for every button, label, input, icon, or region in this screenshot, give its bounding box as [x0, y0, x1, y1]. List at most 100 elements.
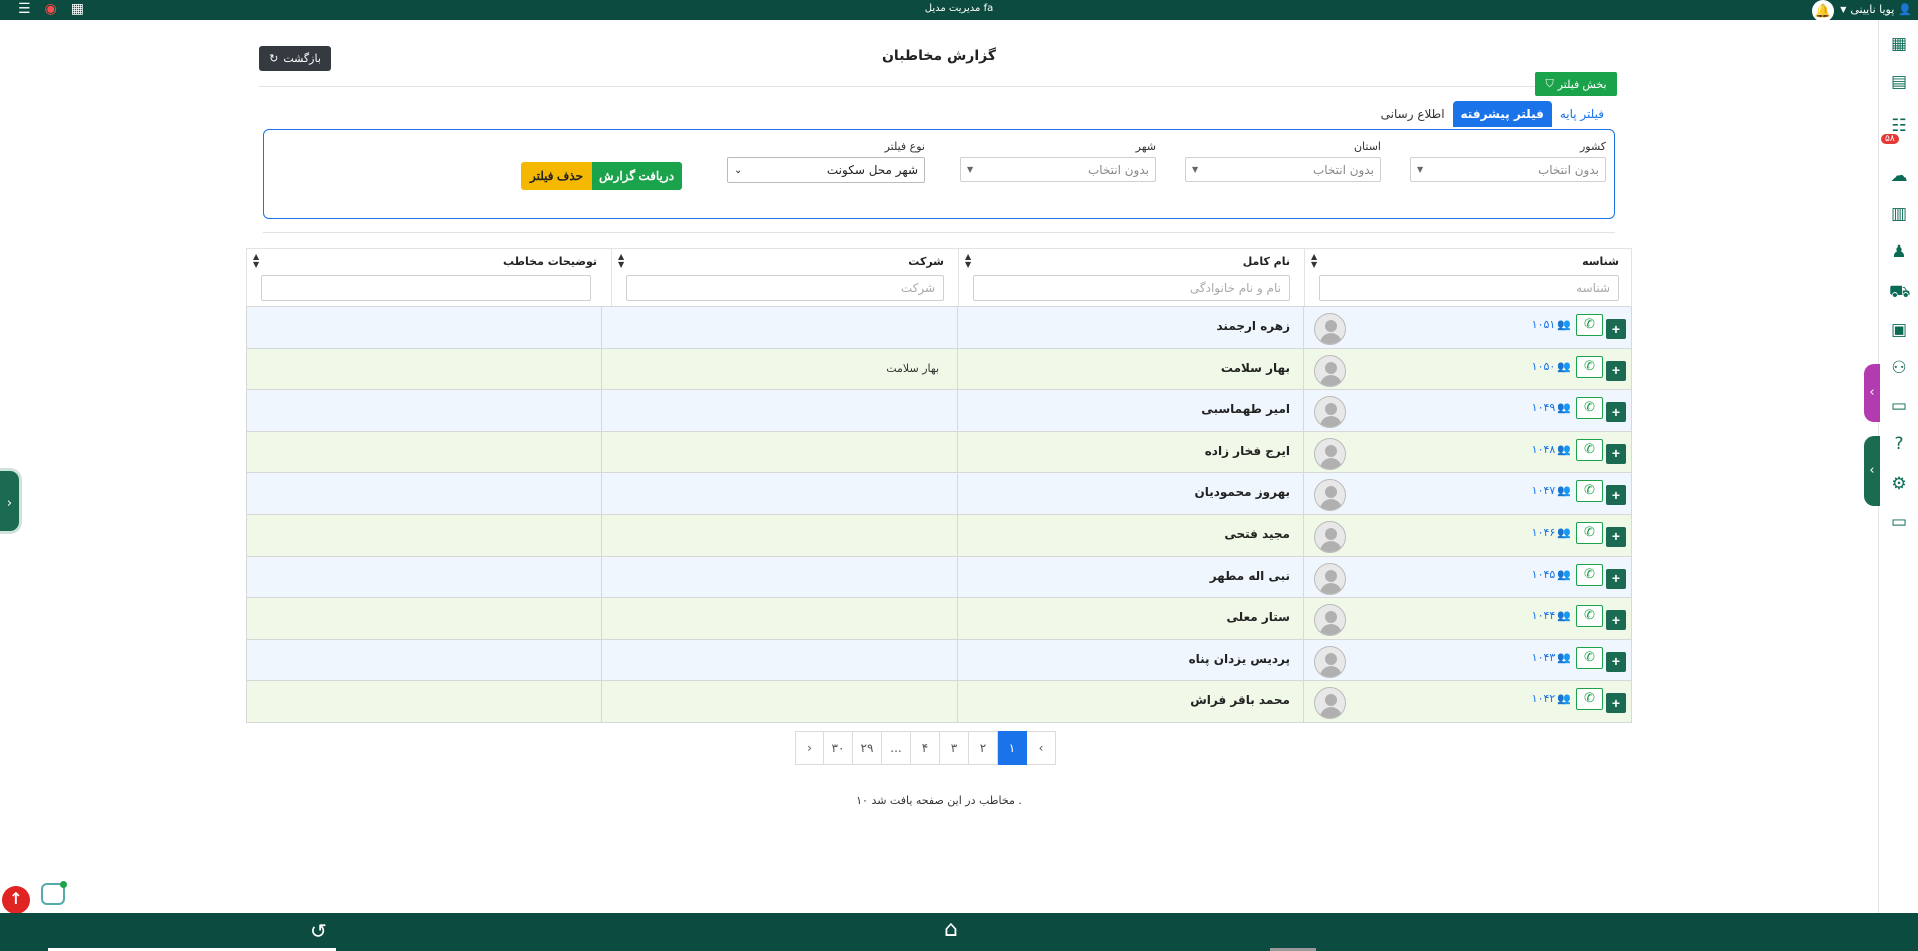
id-search-input[interactable]: شناسه — [1319, 275, 1619, 301]
contacts-book-icon[interactable]: ▤ — [1889, 72, 1909, 92]
add-button[interactable]: + — [1606, 319, 1626, 339]
page-prev[interactable]: ‹ — [1027, 731, 1056, 765]
tab-basic-filter[interactable]: فیلتر پایه — [1552, 101, 1612, 127]
contact-name[interactable]: بهار سلامت — [1221, 361, 1290, 375]
delete-filter-button[interactable]: حذف فیلتر — [521, 162, 592, 190]
table-row[interactable]: + ✆ 👥 ۱۰۴۷ بهروز محمودیان — [246, 473, 1632, 515]
whatsapp-icon[interactable]: ✆ — [1576, 438, 1603, 461]
page-next[interactable]: › — [795, 731, 824, 765]
green-drawer-toggle[interactable]: ‹ — [1864, 436, 1880, 506]
undo-icon[interactable]: ↺ — [310, 919, 327, 943]
contact-name[interactable]: ایرج فخار زاده — [1205, 444, 1290, 458]
contact-id[interactable]: 👥 ۱۰۴۴ — [1532, 609, 1571, 622]
add-button[interactable]: + — [1606, 402, 1626, 423]
add-button[interactable]: + — [1606, 526, 1626, 547]
whatsapp-icon[interactable]: ✆ — [1576, 397, 1603, 420]
filter-section-button[interactable]: ⛉ بخش فیلتر — [1535, 72, 1617, 96]
help-icon[interactable]: ? — [1889, 434, 1909, 454]
id-card-icon[interactable]: ▭ — [1889, 396, 1909, 416]
table-row[interactable]: + ✆ 👥 ۱۰۵۱ زهره ارجمند — [246, 307, 1632, 349]
table-row[interactable]: + ✆ 👥 ۱۰۴۹ امیر طهماسبی — [246, 390, 1632, 432]
table-row[interactable]: + ✆ 👥 ۱۰۴۳ پردیس یزدان پناه — [246, 639, 1632, 682]
cloud-upload-icon[interactable]: ☁ — [1889, 166, 1909, 186]
company-search-input[interactable]: شرکت — [626, 275, 944, 301]
add-button[interactable]: + — [1606, 568, 1626, 589]
bell-icon[interactable]: 🔔 — [1812, 0, 1834, 22]
add-button[interactable]: + — [1606, 693, 1626, 714]
add-button[interactable]: + — [1606, 651, 1626, 672]
menu-list-icon[interactable]: ☰ — [18, 1, 31, 17]
building-icon[interactable]: ▥ — [1889, 204, 1909, 224]
name-search-input[interactable]: نام و نام خانوادگی — [973, 275, 1290, 301]
table-row[interactable]: + ✆ 👥 ۱۰۴۸ ایرج فخار زاده — [246, 431, 1632, 474]
sort-icon[interactable]: ▲ ▼ — [618, 253, 624, 269]
add-button[interactable]: + — [1606, 610, 1626, 631]
back-button[interactable]: ↻ بازگشت — [259, 46, 331, 71]
whatsapp-icon[interactable]: ✆ — [1576, 605, 1603, 628]
contact-id[interactable]: 👥 ۱۰۵۰ — [1532, 360, 1571, 373]
chat-icon[interactable] — [41, 881, 67, 905]
table-row[interactable]: + ✆ 👥 ۱۰۴۴ ستار معلی — [246, 598, 1632, 640]
tab-notification[interactable]: اطلاع رسانی — [1373, 101, 1453, 127]
whatsapp-icon[interactable]: ✆ — [1576, 480, 1603, 503]
whatsapp-icon[interactable]: ✆ — [1576, 646, 1603, 669]
province-select[interactable]: بدون انتخاب ▼ — [1185, 157, 1381, 182]
gear-icon[interactable]: ⚙ — [1889, 474, 1909, 494]
calendar-icon[interactable]: ▦ — [71, 1, 84, 17]
purple-drawer-toggle[interactable]: ‹ — [1864, 364, 1880, 422]
country-select[interactable]: بدون انتخاب ▼ — [1410, 157, 1606, 182]
whatsapp-icon[interactable]: ✆ — [1576, 688, 1603, 711]
cart-icon[interactable]: ⛟ — [1889, 282, 1910, 302]
contact-id[interactable]: 👥 ۱۰۴۷ — [1532, 484, 1571, 497]
table-row[interactable]: + ✆ 👥 ۱۰۵۰ بهار سلامت بهار سلامت — [246, 348, 1632, 391]
whatsapp-icon[interactable]: ✆ — [1576, 521, 1603, 544]
sort-icon[interactable]: ▲ ▼ — [965, 253, 971, 269]
tab-advanced-filter[interactable]: فیلتر پیشرفته — [1452, 101, 1552, 127]
contact-name[interactable]: زهره ارجمند — [1217, 319, 1291, 333]
home-icon[interactable]: ⌂ — [944, 917, 958, 942]
add-button[interactable]: + — [1606, 485, 1626, 506]
sort-icon[interactable]: ▲ ▼ — [1311, 253, 1317, 269]
contact-name[interactable]: پردیس یزدان پناه — [1189, 652, 1290, 666]
whatsapp-icon[interactable]: ✆ — [1576, 563, 1603, 586]
get-report-button[interactable]: دریافت گزارش — [591, 162, 682, 190]
contact-id[interactable]: 👥 ۱۰۴۶ — [1532, 526, 1571, 539]
contact-name[interactable]: ستار معلی — [1226, 610, 1290, 624]
contact-name[interactable]: بهروز محمودیان — [1195, 485, 1291, 499]
contact-id[interactable]: 👥 ۱۰۴۵ — [1532, 568, 1571, 581]
whatsapp-icon[interactable]: ✆ — [1576, 355, 1603, 378]
page-3[interactable]: ۳ — [940, 731, 969, 765]
description-search-input[interactable] — [261, 275, 591, 301]
filter-type-select[interactable]: شهر محل سکونت ⌄ — [727, 157, 925, 183]
contact-name[interactable]: مجید فتحی — [1224, 527, 1290, 541]
voucher-icon[interactable]: ▭ — [1889, 512, 1909, 532]
contact-id[interactable]: 👥 ۱۰۴۸ — [1532, 443, 1571, 456]
page-30[interactable]: ۳۰ — [824, 731, 853, 765]
page-2[interactable]: ۲ — [969, 731, 998, 765]
table-row[interactable]: + ✆ 👥 ۱۰۴۲ محمد باقر فراش — [246, 681, 1632, 723]
add-button[interactable]: + — [1606, 443, 1626, 464]
scroll-top-button[interactable]: ↑ — [2, 886, 30, 914]
table-row[interactable]: + ✆ 👥 ۱۰۴۵ نبی اله مطهر — [246, 556, 1632, 599]
add-button[interactable]: + — [1606, 360, 1626, 381]
users-group-icon[interactable]: ♟ — [1889, 242, 1909, 262]
dashboard-icon[interactable]: ▦ — [1889, 34, 1909, 54]
whatsapp-icon[interactable]: ✆ — [1576, 314, 1603, 336]
logo-icon[interactable]: ◉ — [45, 1, 57, 17]
user-menu[interactable]: ▼ پویا نایینی 👤 — [1840, 3, 1912, 16]
left-drawer-toggle[interactable]: › — [0, 468, 22, 534]
support-icon[interactable]: ⚇ — [1889, 358, 1909, 378]
contact-name[interactable]: امیر طهماسبی — [1201, 402, 1290, 416]
city-select[interactable]: بدون انتخاب ▼ — [960, 157, 1156, 182]
page-4[interactable]: ۴ — [911, 731, 940, 765]
page-1[interactable]: ۱ — [998, 731, 1027, 765]
contact-id[interactable]: 👥 ۱۰۴۹ — [1532, 401, 1571, 414]
contact-id[interactable]: 👥 ۱۰۴۲ — [1532, 692, 1571, 705]
checklist-icon[interactable]: ☷ — [1889, 116, 1909, 136]
table-row[interactable]: + ✆ 👥 ۱۰۴۶ مجید فتحی — [246, 514, 1632, 557]
sort-icon[interactable]: ▲ ▼ — [253, 253, 259, 269]
contact-id[interactable]: 👥 ۱۰۵۱ — [1532, 318, 1571, 331]
ticket-icon[interactable]: ▣ — [1889, 320, 1909, 340]
contact-name[interactable]: محمد باقر فراش — [1190, 693, 1290, 707]
page-29[interactable]: ۲۹ — [853, 731, 882, 765]
